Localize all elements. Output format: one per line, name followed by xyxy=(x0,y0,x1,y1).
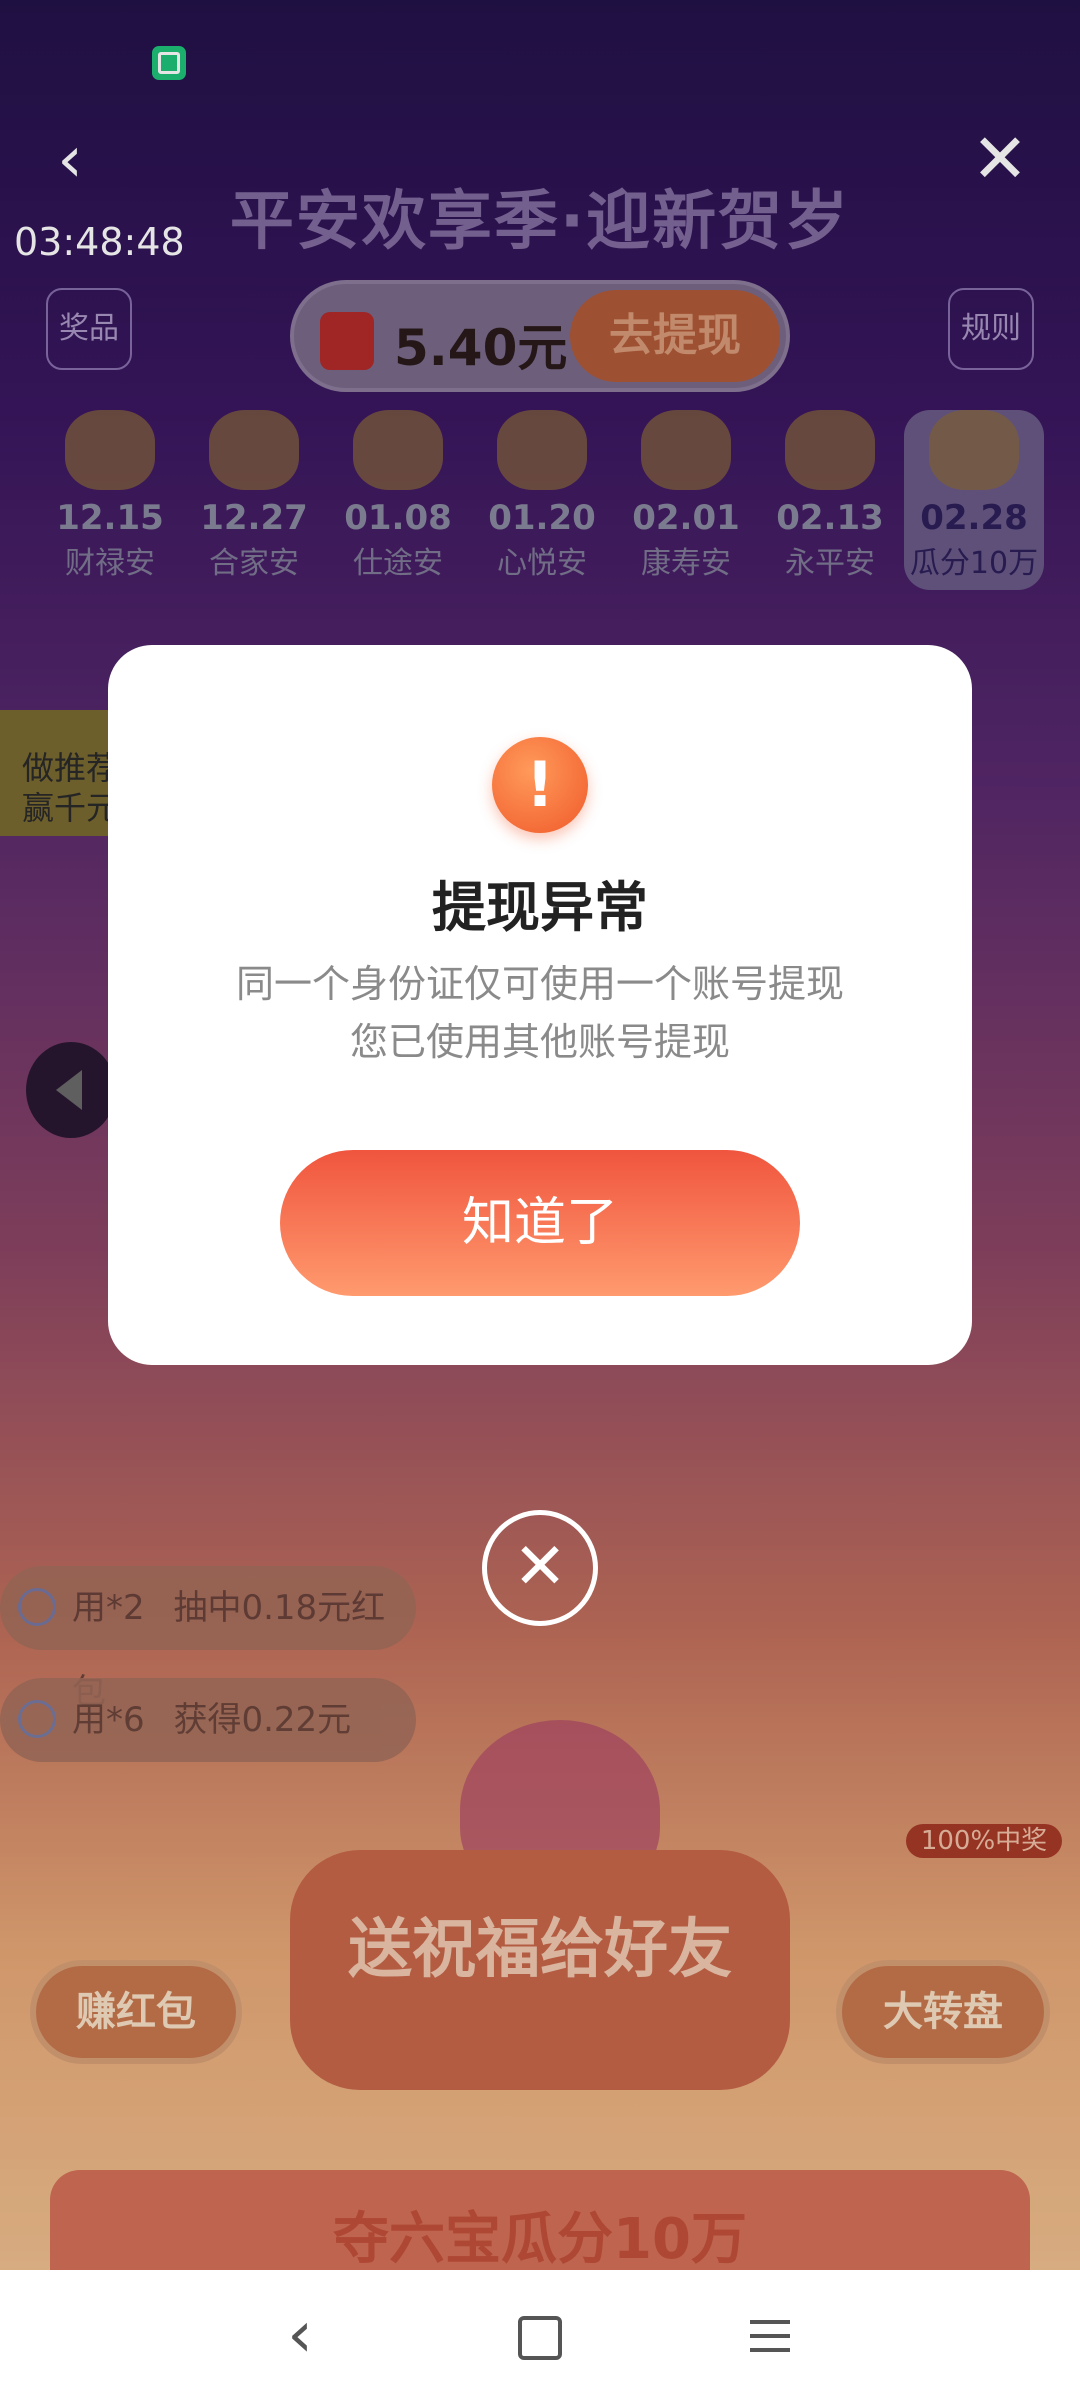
nav-menu-icon[interactable] xyxy=(730,2270,810,2400)
nav-home-icon[interactable] xyxy=(500,2270,580,2400)
warning-icon: ! xyxy=(492,737,588,833)
nav-back-icon[interactable]: ‹ xyxy=(250,2270,350,2400)
dialog-title: 提现异常 xyxy=(432,876,648,939)
got-it-button[interactable]: 知道了 xyxy=(280,1150,800,1296)
dialog-message-line-1: 同一个身份证仅可使用一个账号提现 xyxy=(235,962,844,1006)
dialog-close-icon[interactable]: ✕ xyxy=(482,1510,598,1626)
system-nav-bar: ‹ xyxy=(0,2270,1080,2400)
withdraw-error-dialog: ! 提现异常 同一个身份证仅可使用一个账号提现 您已使用其他账号提现 知道了 xyxy=(108,645,972,1365)
dialog-message-line-2: 您已使用其他账号提现 xyxy=(349,1020,730,1064)
